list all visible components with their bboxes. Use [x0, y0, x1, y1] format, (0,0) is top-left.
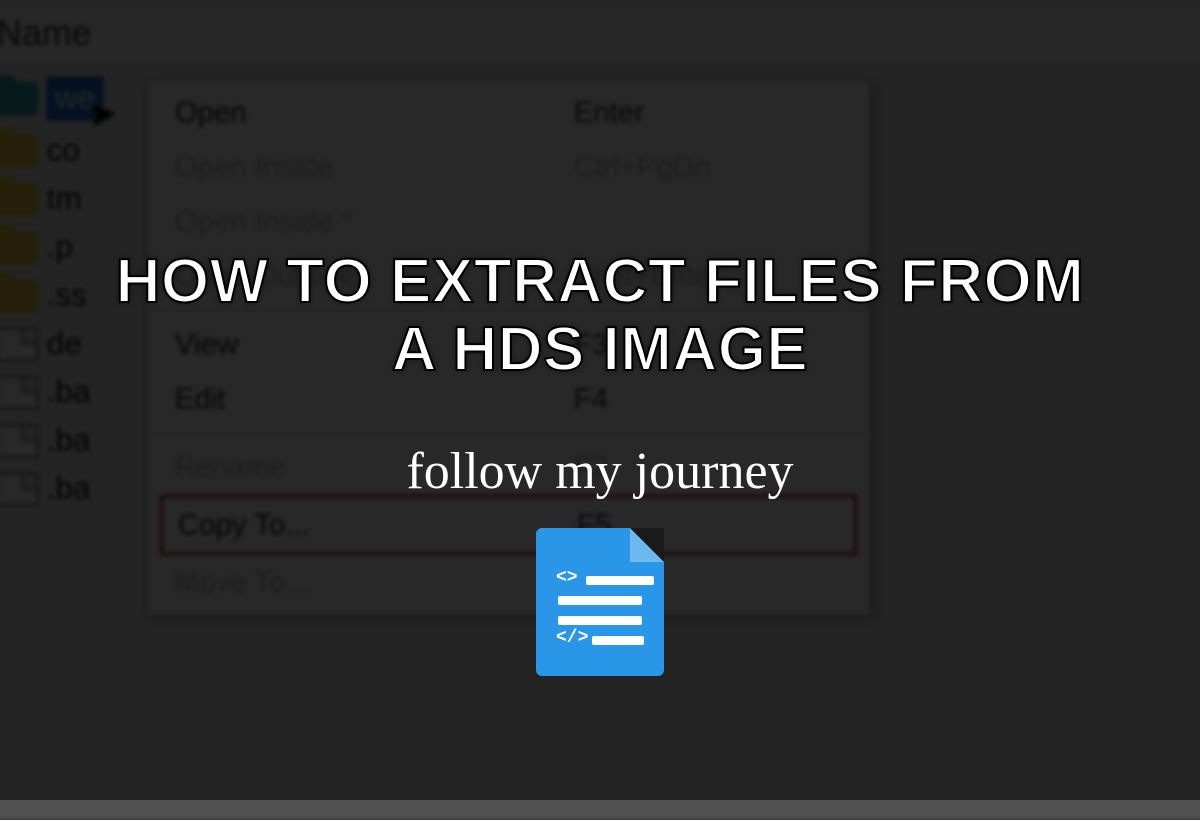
hero-tagline: follow my journey: [300, 442, 900, 501]
code-document-icon: <> </>: [536, 528, 664, 676]
logo-code-top: <>: [556, 568, 578, 588]
dim-overlay: [0, 0, 1200, 800]
logo-code-bottom: </>: [556, 628, 588, 648]
hero-title: HOW TO EXTRACT FILES FROM A HDS IMAGE: [90, 248, 1110, 384]
